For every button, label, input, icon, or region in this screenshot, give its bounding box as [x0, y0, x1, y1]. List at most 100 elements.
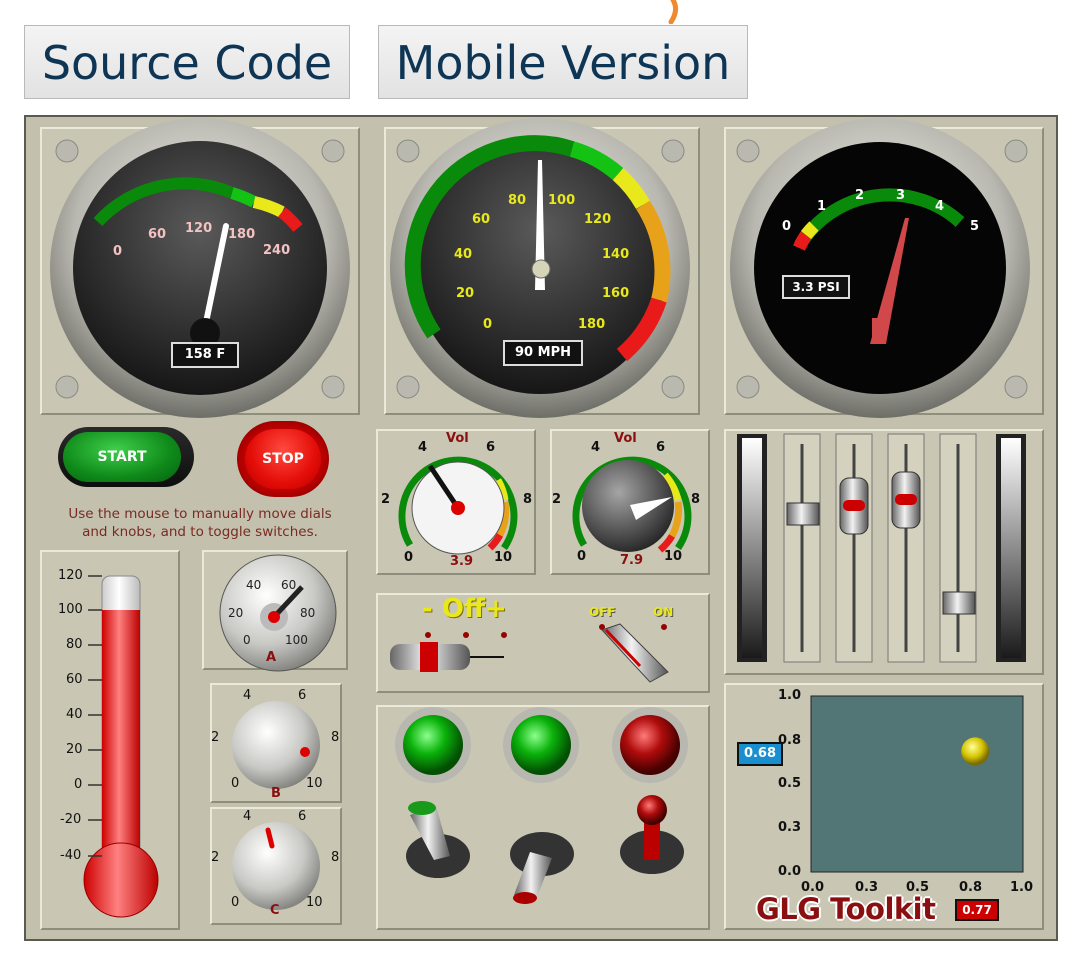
knob-c-label: C [270, 903, 280, 918]
dial-a-tick-80: 80 [300, 606, 316, 620]
speed-tick-100: 100 [548, 193, 576, 208]
slider-2[interactable] [839, 477, 869, 535]
thermo-tick-60: 60 [66, 672, 83, 687]
instructions-line-2: and knobs, and to toggle switches. [82, 524, 318, 540]
plot-y-tick-4: 0.3 [778, 820, 802, 835]
speed-tick-180: 180 [578, 317, 606, 332]
temp-tick-180: 180 [228, 227, 256, 242]
speed-readout: 90 MPH [503, 340, 583, 366]
vol2-readout: 7.9 [620, 553, 644, 568]
toggle-switch-2[interactable] [510, 832, 574, 904]
plot-y-tick-1: 1.0 [778, 688, 802, 703]
vol1-title: Vol [446, 431, 469, 446]
psi-tick-4: 4 [935, 199, 945, 214]
vol2-title: Vol [614, 431, 637, 446]
knob-b-tick-2: 2 [211, 730, 220, 745]
volume-knob-1[interactable] [398, 456, 518, 555]
slider-3[interactable] [891, 471, 921, 529]
vol1-tick-10: 10 [494, 550, 513, 565]
plot-x-tick-5: 1.0 [1010, 880, 1034, 895]
vol2-tick-10: 10 [664, 549, 683, 564]
temp-tick-60: 60 [148, 227, 167, 242]
indicator-lights [395, 707, 688, 783]
start-label: START [63, 432, 181, 482]
vol1-tick-0: 0 [404, 550, 414, 565]
stop-label: STOP [245, 429, 321, 489]
speed-tick-140: 140 [602, 247, 630, 262]
level-meter-right [996, 434, 1026, 662]
thermo-tick-40: 40 [66, 707, 83, 722]
slide-switch[interactable] [390, 632, 507, 672]
speed-tick-40: 40 [454, 247, 473, 262]
knob-c-tick-4: 4 [243, 809, 252, 824]
thermo-tick-120: 120 [58, 568, 83, 583]
thermo-tick-minus20: -20 [60, 812, 82, 827]
toggle-switch-1[interactable] [406, 801, 470, 878]
knob-b-tick-6: 6 [298, 688, 307, 703]
xy-plot[interactable] [810, 695, 1024, 873]
instructions-line-1: Use the mouse to manually move dials [68, 506, 332, 522]
vol2-tick-2: 2 [552, 492, 562, 507]
on-label: ON [653, 605, 674, 619]
speed-tick-160: 160 [602, 286, 630, 301]
knob-c-tick-10: 10 [306, 895, 323, 910]
speedometer[interactable] [390, 118, 690, 418]
dial-a-tick-20: 20 [228, 606, 244, 620]
dial-a-label: A [266, 650, 277, 665]
knob-c-tick-8: 8 [331, 850, 340, 865]
brand-logo-text: GLG Toolkit [756, 892, 936, 926]
speed-tick-80: 80 [508, 193, 527, 208]
vol2-tick-6: 6 [656, 440, 666, 455]
temperature-gauge[interactable] [50, 118, 350, 418]
instructions: Use the mouse to manually move dials and… [50, 505, 350, 541]
plot-y-tick-3: 0.5 [778, 776, 802, 791]
knob-b-tick-4: 4 [243, 688, 252, 703]
dial-a-tick-40: 40 [246, 578, 262, 592]
vol1-tick-2: 2 [381, 492, 391, 507]
plot-y-tick-5: 0.0 [778, 864, 802, 879]
psi-readout: 3.3 PSI [782, 275, 850, 299]
knob-c-tick-2: 2 [211, 850, 220, 865]
speed-tick-60: 60 [472, 212, 491, 227]
psi-tick-0: 0 [782, 219, 792, 234]
speed-tick-120: 120 [584, 212, 612, 227]
dial-a-tick-0: 0 [243, 633, 251, 647]
joystick-switch[interactable] [620, 795, 684, 874]
plot-x-readout: 0.77 [955, 899, 999, 921]
psi-tick-1: 1 [817, 199, 827, 214]
temp-tick-0: 0 [113, 244, 123, 259]
knob-c-tick-0: 0 [231, 895, 240, 910]
slider-4[interactable] [942, 591, 976, 615]
knob-b-tick-10: 10 [306, 776, 323, 791]
temp-tick-120: 120 [185, 221, 213, 236]
dial-a-tick-60: 60 [281, 578, 297, 592]
off-label: OFF [589, 605, 616, 619]
plot-x-tick-4: 0.8 [959, 880, 983, 895]
knob-b-label: B [271, 786, 281, 801]
pressure-gauge[interactable] [730, 118, 1030, 418]
temp-tick-240: 240 [263, 243, 291, 258]
thermo-tick-100: 100 [58, 602, 83, 617]
vol1-tick-6: 6 [486, 440, 496, 455]
knob-b-tick-8: 8 [331, 730, 340, 745]
temp-readout: 158 F [171, 342, 239, 368]
instrument-graphics [50, 118, 1030, 918]
knob-b-tick-0: 0 [231, 776, 240, 791]
speed-tick-20: 20 [456, 286, 475, 301]
thermo-tick-minus40: -40 [60, 848, 82, 863]
level-meter-left [737, 434, 767, 662]
vol1-readout: 3.9 [450, 554, 474, 569]
start-button[interactable]: START [58, 427, 194, 487]
thermo-tick-20: 20 [66, 742, 83, 757]
toggle-switch-off-on[interactable] [599, 623, 669, 683]
vol2-tick-0: 0 [577, 549, 587, 564]
dial-a-tick-100: 100 [285, 633, 308, 647]
thermometer[interactable] [83, 575, 159, 918]
stop-button[interactable]: STOP [237, 421, 329, 497]
knob-c-tick-6: 6 [298, 809, 307, 824]
vol1-tick-4: 4 [418, 440, 428, 455]
slider-1[interactable] [786, 502, 820, 526]
off-plus-label: - Off+ [422, 594, 507, 624]
volume-knob-2[interactable] [572, 456, 692, 553]
plot-y-readout: 0.68 [737, 742, 783, 766]
